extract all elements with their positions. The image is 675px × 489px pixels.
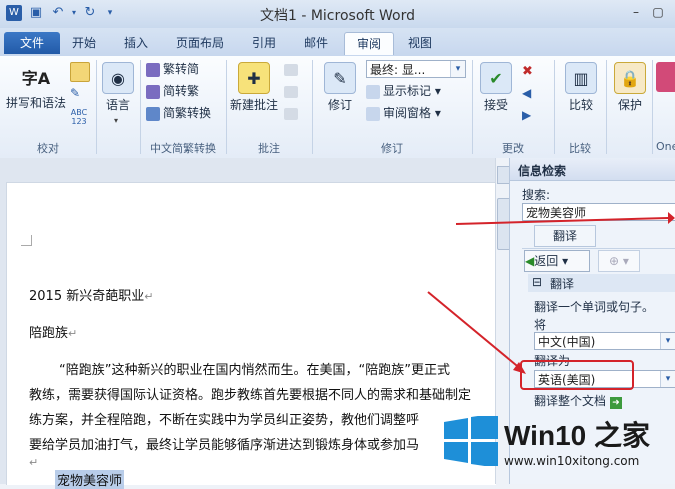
annotation-arrow-language <box>427 291 523 371</box>
watermark-brand: Win10 之家 <box>504 420 650 451</box>
watermark-url: www.win10xitong.com <box>504 454 640 468</box>
annotation-arrow-search <box>455 217 669 225</box>
annotation-arrowhead <box>668 212 675 224</box>
watermark: Win10 之家 www.win10xitong.com <box>440 404 675 484</box>
windows-logo-icon <box>444 416 498 466</box>
